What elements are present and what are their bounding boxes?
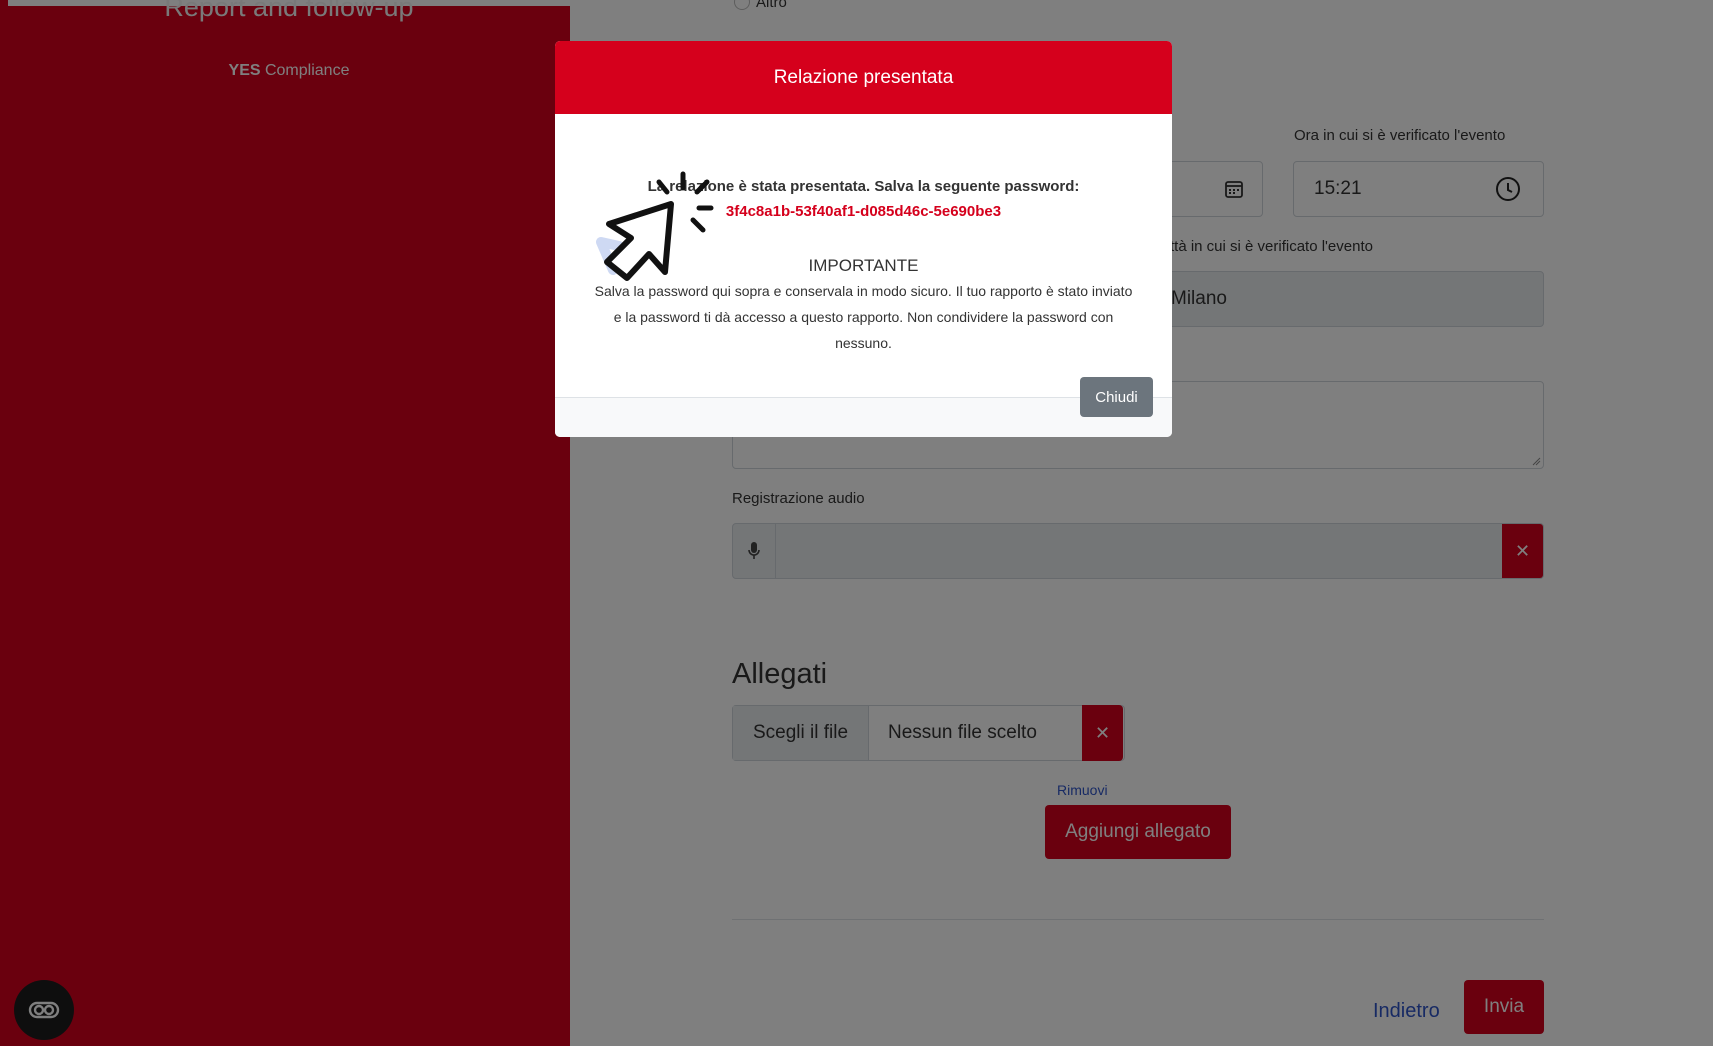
modal-body-line-2: e la password ti dà accesso a questo rap… — [613, 309, 1114, 325]
pointer-click-icon — [593, 162, 723, 292]
modal-title: Relazione presentata — [555, 41, 1172, 114]
modal-body-line-3: nessuno. — [835, 335, 892, 351]
close-button[interactable]: Chiudi — [1080, 377, 1153, 417]
